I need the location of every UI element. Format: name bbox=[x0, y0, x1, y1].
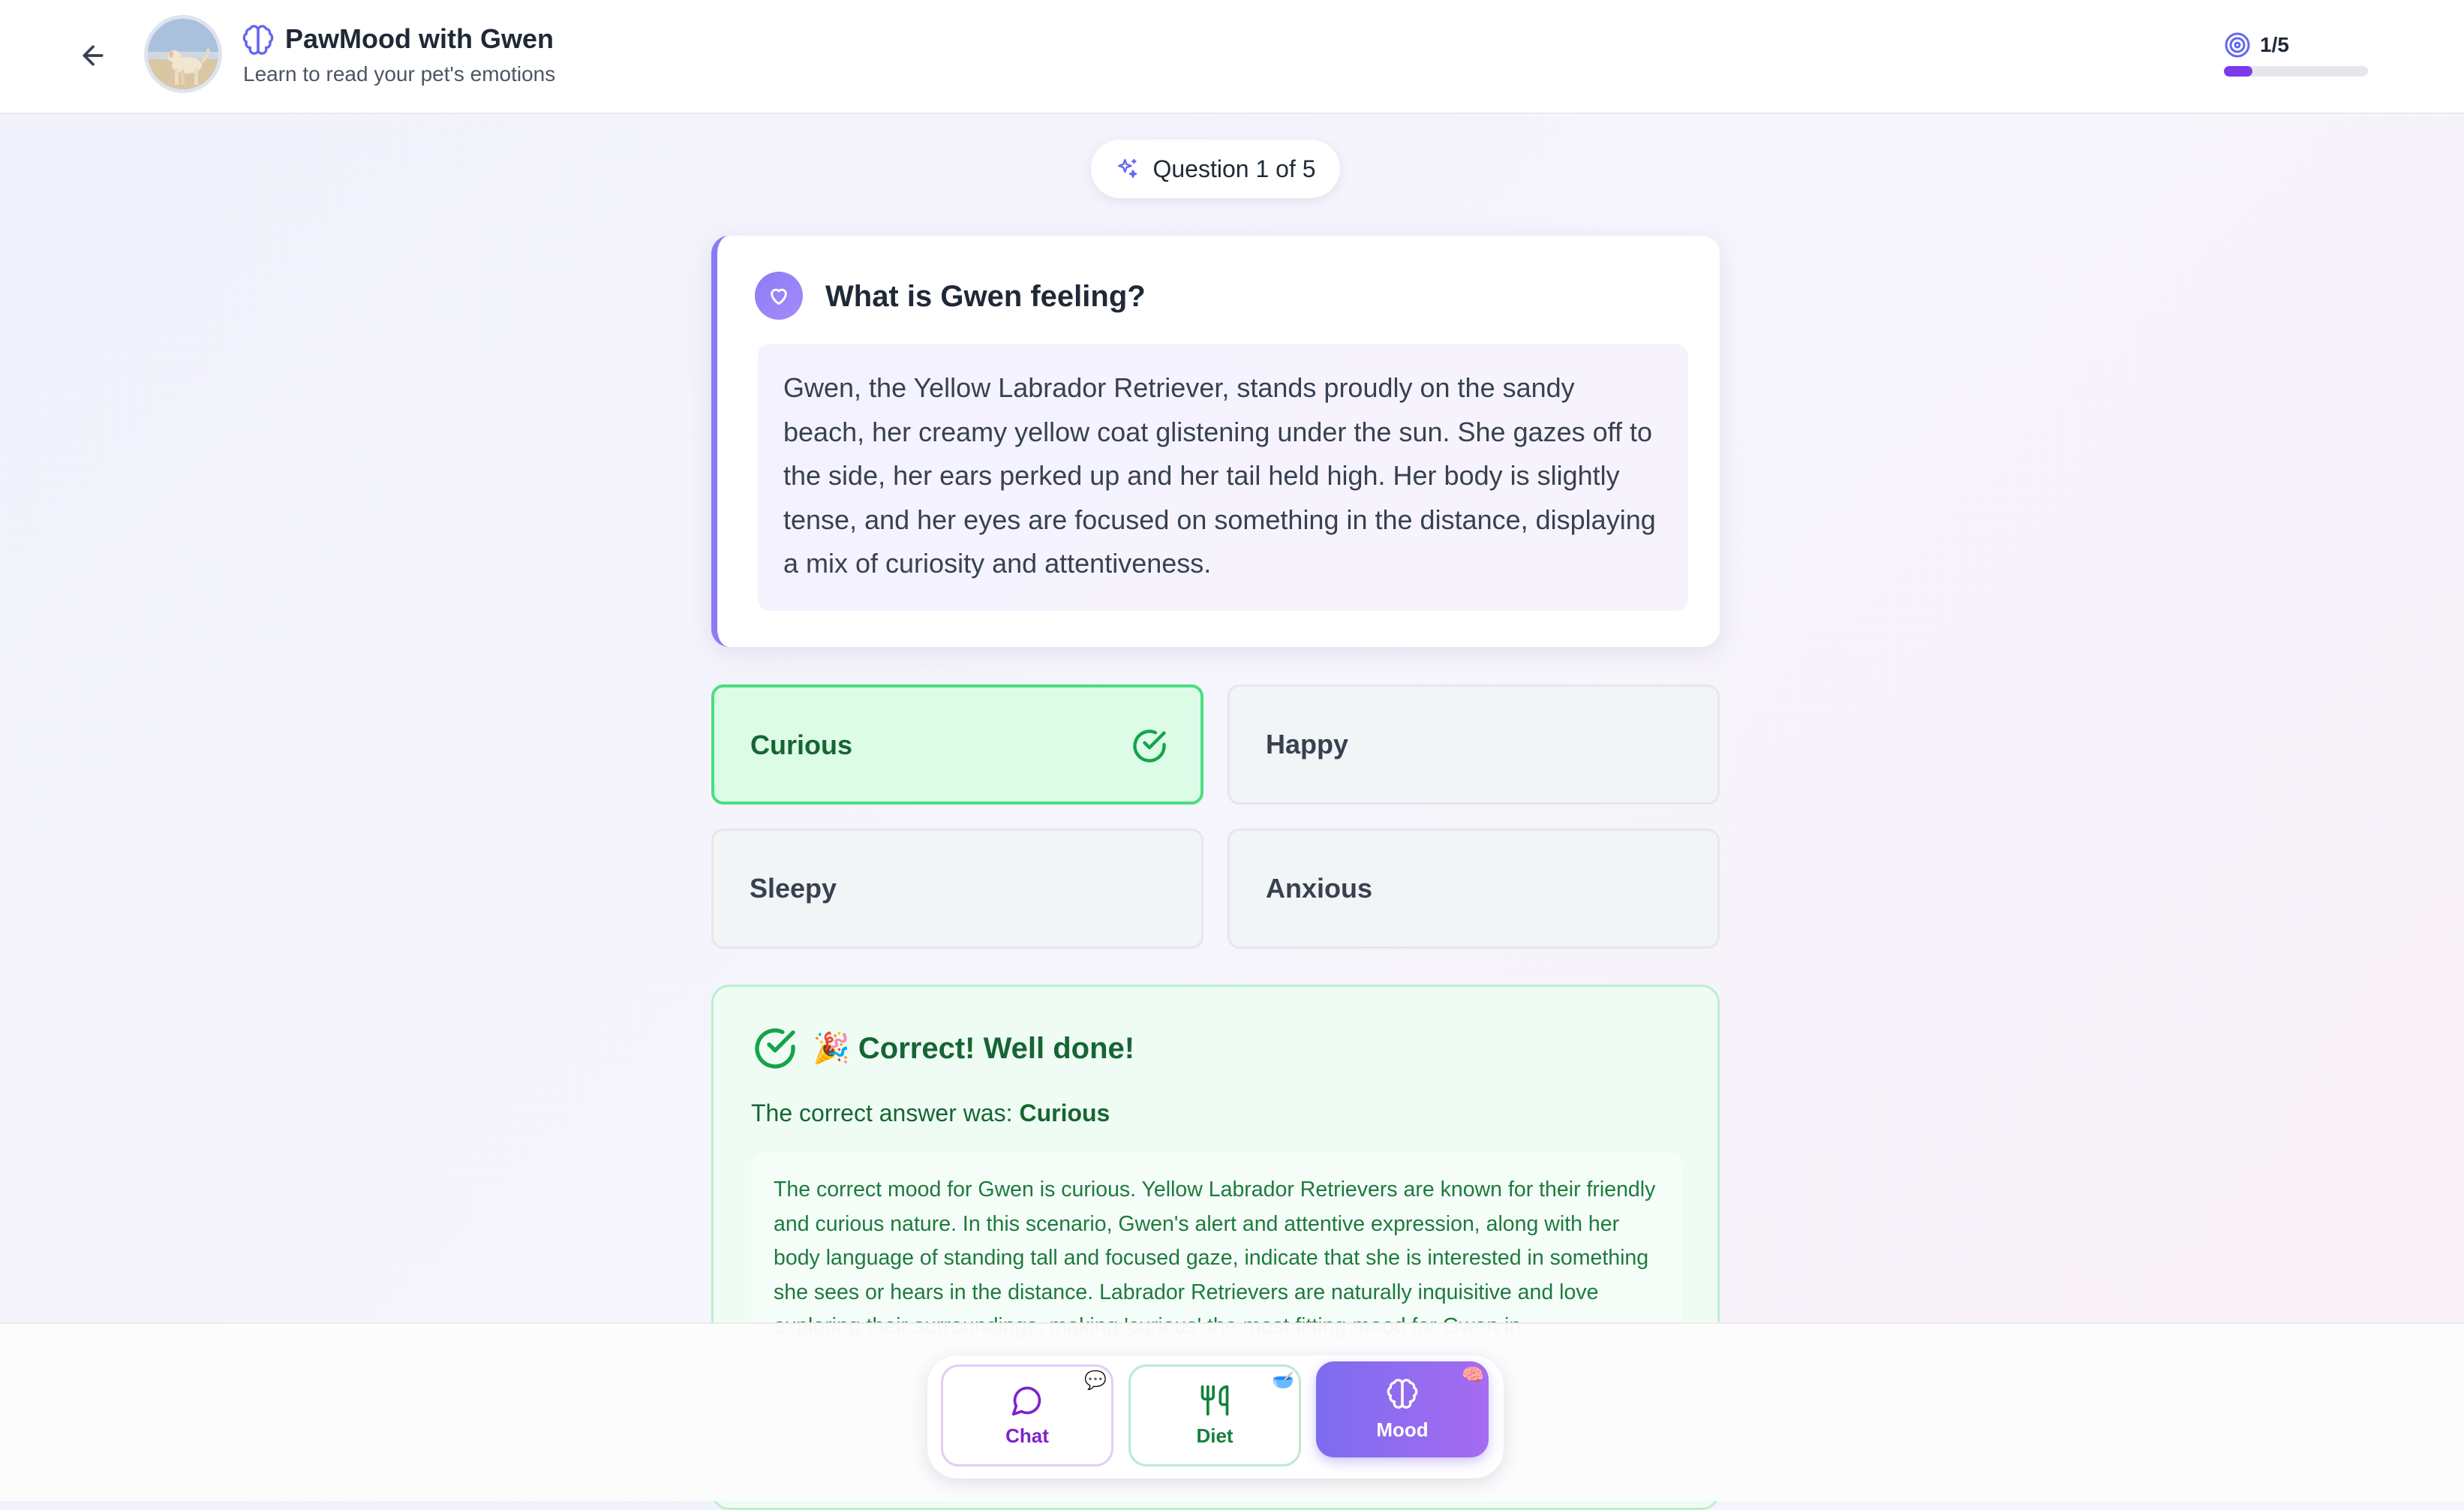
option-happy[interactable]: Happy bbox=[1227, 684, 1720, 805]
brain-icon bbox=[242, 25, 274, 55]
option-anxious[interactable]: Anxious bbox=[1227, 829, 1720, 949]
option-label: Anxious bbox=[1266, 873, 1373, 904]
correct-answer-value: Curious bbox=[1019, 1099, 1110, 1126]
arrow-left-icon bbox=[83, 45, 104, 66]
dog-photo-icon bbox=[148, 19, 218, 89]
brain-emoji-icon: 🧠 bbox=[1462, 1365, 1484, 1385]
option-label: Happy bbox=[1266, 729, 1349, 760]
target-icon bbox=[2225, 32, 2250, 58]
back-button[interactable] bbox=[72, 35, 114, 77]
app-header: PawMood with Gwen Learn to read your pet… bbox=[0, 0, 2464, 114]
question-description: Gwen, the Yellow Labrador Retriever, sta… bbox=[758, 344, 1688, 611]
check-circle-icon bbox=[755, 1028, 795, 1069]
nav-mood-label: Mood bbox=[1376, 1418, 1429, 1441]
correct-answer-prefix: The correct answer was: bbox=[751, 1099, 1013, 1126]
option-sleepy[interactable]: Sleepy bbox=[711, 829, 1203, 949]
check-circle-icon bbox=[1133, 729, 1166, 763]
nav-group: Chat 💬 Diet 🥣 Mood 🧠 bbox=[927, 1355, 1504, 1478]
nav-chat-button[interactable]: Chat 💬 bbox=[941, 1364, 1113, 1466]
heart-badge bbox=[755, 272, 803, 320]
pet-avatar[interactable] bbox=[144, 15, 222, 93]
correct-answer-line: The correct answer was: Curious bbox=[751, 1096, 1110, 1129]
option-curious[interactable]: Curious bbox=[711, 684, 1203, 805]
bottom-navigation: Chat 💬 Diet 🥣 Mood 🧠 bbox=[0, 1322, 2464, 1501]
question-card: What is Gwen feeling? Gwen, the Yellow L… bbox=[711, 236, 1720, 647]
question-counter-text: Question 1 of 5 bbox=[1152, 155, 1316, 182]
progress-count: 1/5 bbox=[2260, 33, 2289, 56]
app-subtitle: Learn to read your pet's emotions bbox=[243, 62, 556, 86]
question-counter-badge: Question 1 of 5 bbox=[1091, 140, 1340, 198]
heart-icon bbox=[771, 288, 787, 305]
speech-bubble-icon: 💬 bbox=[1084, 1370, 1107, 1391]
brain-icon bbox=[1387, 1378, 1418, 1409]
nav-diet-label: Diet bbox=[1196, 1424, 1234, 1447]
message-circle-icon bbox=[1011, 1386, 1041, 1415]
progress-bar-fill bbox=[2224, 66, 2253, 77]
nav-chat-label: Chat bbox=[1005, 1424, 1049, 1447]
question-title: What is Gwen feeling? bbox=[825, 280, 1146, 313]
nav-mood-button[interactable]: Mood 🧠 bbox=[1316, 1361, 1489, 1457]
option-label: Sleepy bbox=[750, 873, 837, 904]
app-title: PawMood with Gwen bbox=[285, 23, 554, 54]
quiz-progress: 1/5 bbox=[2224, 29, 2374, 81]
option-label: Curious bbox=[750, 729, 853, 760]
result-title: 🎉 Correct! Well done! bbox=[813, 1032, 1135, 1065]
nav-diet-button[interactable]: Diet 🥣 bbox=[1128, 1364, 1301, 1466]
progress-bar bbox=[2224, 66, 2368, 77]
sparkles-icon bbox=[1118, 158, 1137, 178]
bowl-icon: 🥣 bbox=[1272, 1370, 1294, 1391]
utensils-icon bbox=[1200, 1385, 1229, 1415]
